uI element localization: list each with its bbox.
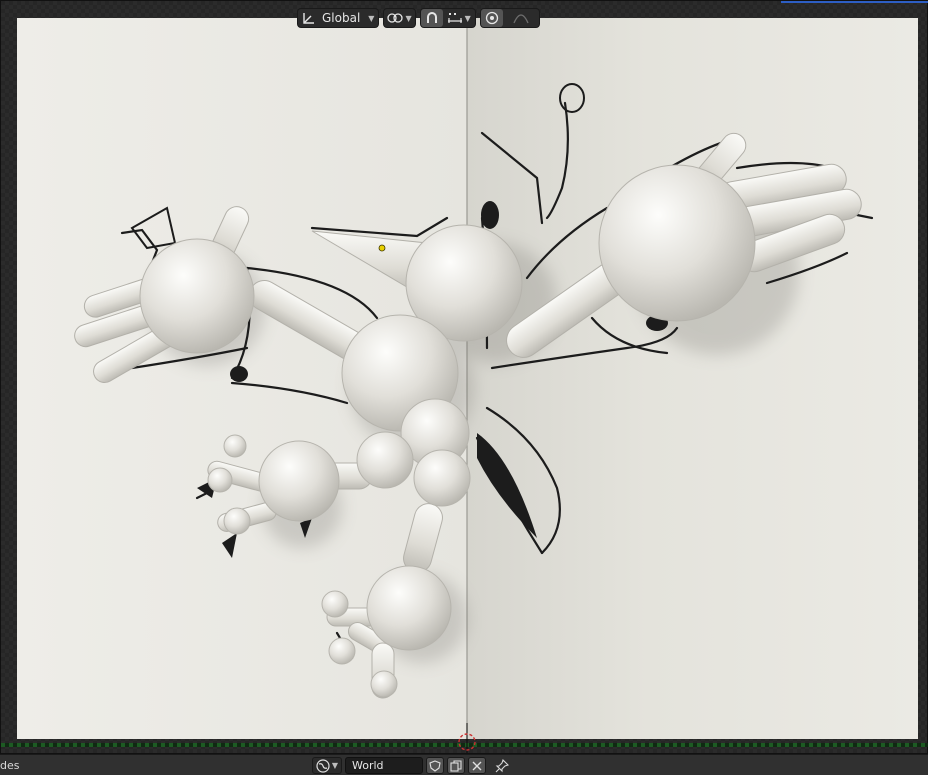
fake-user-button[interactable] (426, 757, 444, 774)
fake-user-shield-icon (429, 759, 441, 772)
proportional-editing-icon (485, 11, 498, 25)
snapping-group: ▼ (419, 8, 476, 28)
unlink-x-icon (472, 761, 482, 770)
pin-icon (495, 758, 509, 772)
3d-cursor-icon[interactable] (456, 723, 478, 753)
falloff-icon (513, 14, 529, 24)
world-name-field[interactable]: World (345, 757, 423, 774)
world-browse-button[interactable]: ▼ (312, 757, 342, 774)
duplicate-icon (450, 759, 462, 772)
transform-orientation-icon (302, 11, 316, 25)
rendered-scene[interactable] (17, 18, 918, 739)
pivot-point-icon (387, 11, 404, 25)
3d-viewport[interactable]: Global ▼ ▼ ▼ (0, 0, 928, 754)
proportional-editing-toggle[interactable] (480, 9, 503, 27)
pivot-point-dropdown[interactable]: ▼ (383, 8, 416, 28)
editor-label: des (0, 759, 20, 772)
chevron-down-icon: ▼ (464, 13, 471, 23)
selected-object-origin (378, 244, 386, 252)
properties-header-bar: des ▼ World (0, 754, 928, 775)
active-area-accent (781, 1, 928, 3)
world-icon (316, 758, 330, 773)
world-datablock-selector: ▼ World (312, 757, 509, 774)
chevron-down-icon: ▼ (405, 13, 412, 23)
proportional-falloff-dropdown[interactable] (503, 9, 539, 27)
unlink-button[interactable] (468, 757, 486, 774)
right-page (467, 18, 918, 739)
snap-target-dropdown[interactable]: ▼ (443, 9, 475, 27)
snap-icon (426, 12, 437, 23)
pin-button[interactable] (495, 758, 509, 773)
chevron-down-icon: ▼ (368, 13, 375, 23)
transform-orientation-value: Global (322, 11, 361, 25)
transform-orientation-dropdown[interactable]: Global ▼ (297, 8, 380, 28)
snap-increment-icon (447, 13, 462, 23)
duplicate-button[interactable] (447, 757, 465, 774)
chevron-down-icon: ▼ (331, 761, 339, 770)
snap-toggle[interactable] (420, 9, 443, 27)
viewport-header-toolbar: Global ▼ ▼ ▼ (297, 8, 540, 28)
proportional-editing-group (479, 8, 540, 28)
